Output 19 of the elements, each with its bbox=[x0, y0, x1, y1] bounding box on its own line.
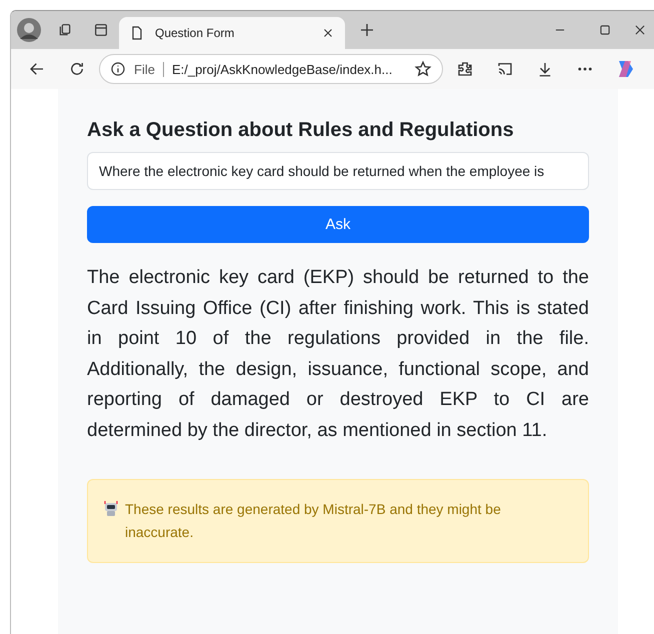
new-tab-icon[interactable] bbox=[358, 21, 376, 39]
reload-icon[interactable] bbox=[68, 60, 86, 78]
star-icon[interactable] bbox=[414, 60, 432, 78]
ask-button[interactable]: Ask bbox=[87, 206, 589, 243]
maximize-icon[interactable] bbox=[598, 23, 612, 37]
form-heading: Ask a Question about Rules and Regulations bbox=[87, 119, 515, 142]
avatar-icon[interactable] bbox=[17, 18, 41, 42]
answer-text: The electronic key card (EKP) should be returned to the Card Issuing Office (CI) after finishing work. This is stated in point 10 of the regulations provided in the file. Additionally, the design, issuance, functional scope, and reporting of damaged or destroyed EKP to CI are determined by the director, as mentioned in section 11. bbox=[87, 266, 589, 442]
close-icon[interactable] bbox=[633, 23, 647, 37]
notice-text: These results are generated by Mistral-7B and they might be inaccurate. bbox=[125, 500, 502, 542]
browser-tab[interactable]: Question Form bbox=[119, 17, 345, 49]
tab-sidebar-icon[interactable] bbox=[93, 22, 109, 38]
cast-icon[interactable] bbox=[496, 60, 514, 78]
info-icon[interactable] bbox=[110, 61, 126, 77]
extensions-icon[interactable] bbox=[456, 60, 474, 78]
address-bar[interactable]: File E:/_proj/AskKnowledgeBase/index.h... bbox=[99, 54, 443, 84]
workspaces-icon[interactable] bbox=[57, 22, 73, 38]
robot-icon bbox=[103, 501, 119, 517]
question-field[interactable]: Where the electronic key card should be returned when the employee is bbox=[87, 152, 589, 190]
